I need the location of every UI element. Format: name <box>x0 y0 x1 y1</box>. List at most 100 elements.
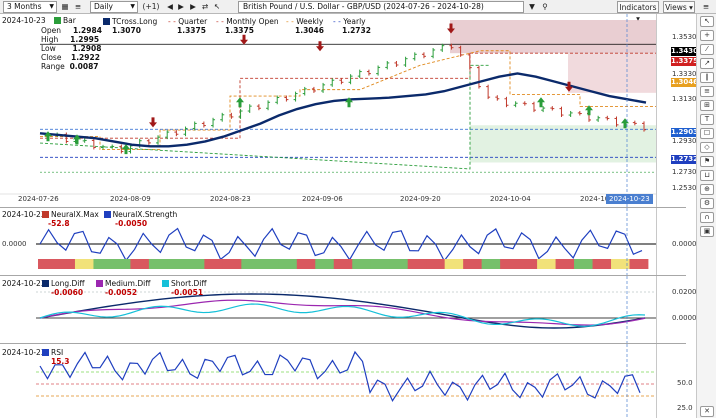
title-dropdown-icon[interactable]: ▼ <box>526 1 538 13</box>
medium-diff-readout: Medium.Diff -0.0052 <box>96 279 150 297</box>
indicator-readout-quarter: - - Quarter 1.3375 <box>168 17 207 35</box>
text-tool-icon[interactable]: T <box>700 114 714 125</box>
interval-value: Daily <box>94 2 113 11</box>
lock-tool-icon[interactable]: ▣ <box>700 226 714 237</box>
neuralx-max-bar <box>93 259 113 269</box>
indicator-readout-monthly: - - Monthly Open 1.3375 <box>216 17 279 35</box>
ohlc-open-label: Open <box>41 26 62 35</box>
neuralx-max-bar <box>167 259 187 269</box>
tcross-swatch-icon <box>103 18 110 25</box>
neuralx-max-bar <box>111 259 131 269</box>
fib-tool-icon[interactable]: ≡ <box>700 86 714 97</box>
indicators-button[interactable]: Indicators ▾ <box>617 1 659 23</box>
neuralx-max-bar <box>296 259 316 269</box>
neuralx-max-label: NeuralX.Max <box>51 210 99 219</box>
note-tool-icon[interactable]: ☐ <box>700 128 714 139</box>
align-icon[interactable]: ≡ <box>72 1 84 13</box>
settings-tool-icon[interactable]: ⚙ <box>700 198 714 209</box>
chevron-down-icon: ▼ <box>130 3 135 10</box>
indicators-label: Indicators <box>619 3 657 12</box>
bar-swatch-icon <box>53 17 61 24</box>
neuralx-max-bar <box>574 259 593 269</box>
neuralx-max-bar <box>481 259 501 269</box>
next-icon[interactable]: ▶ <box>188 1 198 13</box>
neuralx-max-bar <box>204 259 224 269</box>
chart-title[interactable]: British Pound / U.S. Dollar - GBP/USD (2… <box>238 1 524 13</box>
neuralx-max-bar <box>148 259 168 269</box>
views-button[interactable]: Views ▾ <box>663 1 695 13</box>
timeframe-select[interactable]: 3 Months ▼ <box>3 1 57 13</box>
neuralx-max-bar <box>426 259 446 269</box>
medium-diff-value: -0.0052 <box>105 288 138 297</box>
yearly-label: Yearly <box>343 17 366 26</box>
long-diff-readout: Long.Diff -0.0060 <box>42 279 85 297</box>
chevron-down-icon: ▼ <box>49 3 54 10</box>
gann-tool-icon[interactable]: ⊞ <box>700 100 714 111</box>
y-tick-label: 1.3530 <box>672 33 697 41</box>
calendar-icon[interactable]: ▦ <box>59 1 71 13</box>
magnet-tool-icon[interactable]: ∩ <box>700 212 714 223</box>
ohlc-readout: Open 1.2984 High 1.2995 Low 1.2908 Close… <box>41 26 102 71</box>
buy-arrow-icon <box>236 97 244 108</box>
flag-tool-icon[interactable]: ⚑ <box>700 156 714 167</box>
long-diff-value: -0.0060 <box>51 288 84 297</box>
zoom-tool-icon[interactable]: ⊕ <box>700 184 714 195</box>
cross-tool-icon[interactable]: + <box>700 30 714 41</box>
y-tick-label: 1.2730 <box>672 168 697 176</box>
interval-select[interactable]: Daily ▼ <box>90 1 138 13</box>
neuralx-max-bar <box>463 259 483 269</box>
neuralx-max-bar <box>629 259 649 269</box>
cursor-icon[interactable]: ↖ <box>212 1 222 13</box>
cursor-tool-icon[interactable]: ↖ <box>700 16 714 27</box>
shape-tool-icon[interactable]: ◇ <box>700 142 714 153</box>
rsi-panel <box>0 344 686 418</box>
short-diff-line <box>39 303 646 327</box>
timeframe-value: 3 Months <box>7 2 42 11</box>
sell-arrow-icon <box>240 34 248 45</box>
x-tick-label: 2024-09-06 <box>302 195 343 203</box>
neuralx-max-swatch-icon <box>42 211 49 218</box>
play-icon[interactable]: ▶ <box>176 1 186 13</box>
more-icon[interactable]: ≡ <box>700 1 712 13</box>
rsi-value: 15.3 <box>51 357 70 366</box>
measure-tool-icon[interactable]: ⊔ <box>700 170 714 181</box>
increment-label[interactable]: (+1) <box>140 1 162 13</box>
indicator-readout-tcross: TCross.Long 1.3070 <box>103 17 157 35</box>
x-tick-label: 2024-08-09 <box>110 195 151 203</box>
search-icon[interactable]: ⚲ <box>539 1 551 13</box>
prev-icon[interactable]: ◀ <box>165 1 175 13</box>
neuralx-date: 2024-10-23 <box>2 210 46 219</box>
neuralx-max-bar <box>241 259 261 269</box>
y-tick-label: 1.2530 <box>672 184 697 192</box>
weekly-dash-icon: - - <box>286 17 294 26</box>
ohlc-open-value: 1.2984 <box>72 26 102 35</box>
rsi-chart[interactable] <box>0 344 686 418</box>
ohlc-high-label: High <box>41 35 59 44</box>
monthly-value: 1.3375 <box>225 26 254 35</box>
y-tick-label: 1.2930 <box>672 137 697 145</box>
neuralx-max-bar <box>278 259 298 269</box>
ohlc-range-label: Range <box>41 62 65 71</box>
ray-tool-icon[interactable]: ↗ <box>700 58 714 69</box>
channel-tool-icon[interactable]: ∥ <box>700 72 714 83</box>
tcross-label: TCross.Long <box>112 17 158 26</box>
diff-date: 2024-10-23 <box>2 279 46 288</box>
trash-tool-icon[interactable]: ✕ <box>700 406 714 417</box>
drawing-toolbar: ↖ + ⁄ ↗ ∥ ≡ ⊞ T ☐ ◇ ⚑ ⊔ ⊕ ⚙ ∩ ▣ ✕ <box>696 14 716 418</box>
sell-arrow-icon <box>316 41 324 52</box>
diff-axis <box>656 276 686 343</box>
rsi-date: 2024-10-23 <box>2 348 46 357</box>
rsi-line <box>39 350 641 402</box>
price-chart[interactable] <box>0 14 686 208</box>
sell-arrow-icon <box>149 117 157 128</box>
neuralx-max-bar <box>74 259 94 269</box>
sync-icon[interactable]: ⇄ <box>200 1 210 13</box>
monthly-dash-icon: - - <box>216 17 224 26</box>
neuralx-max-bar <box>370 259 390 269</box>
x-tick-label: 2024-09-20 <box>400 195 441 203</box>
neuralx-strength-line <box>39 227 643 262</box>
y-tick-label: 0.0000 <box>672 240 697 248</box>
rsi-readout: RSI 15.3 <box>42 348 70 366</box>
line-tool-icon[interactable]: ⁄ <box>700 44 714 55</box>
neuralx-strength-label: NeuralX.Strength <box>112 210 178 219</box>
